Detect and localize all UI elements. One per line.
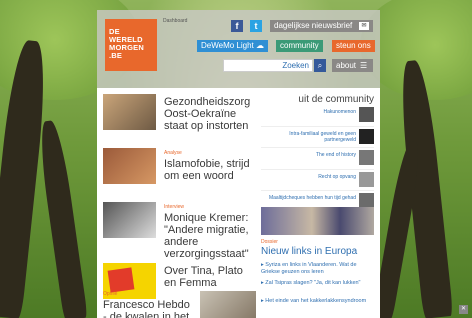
main-content: Gezondheidszorg Oost-Oekraïne staat op i… — [97, 88, 380, 318]
community-item-label[interactable]: Intra-familiaal geweld en geen partnerge… — [262, 131, 356, 143]
article-title[interactable]: Islamofobie, strijd om een woord — [164, 158, 256, 182]
article-thumbnail[interactable] — [200, 291, 256, 318]
dossier-link[interactable]: ▸ Het einde van het kakkerlakkensyndroom — [261, 298, 374, 305]
dewemo-light-button[interactable]: DeWeMo Light ☁ — [197, 40, 268, 52]
tina-logo — [107, 267, 135, 293]
article-tag: Analyse — [164, 150, 182, 156]
article-item[interactable]: Analyse Islamofobie, strijd om een woord — [103, 148, 253, 195]
article-item[interactable]: Interview Monique Kremer: "Andere migrat… — [103, 202, 253, 260]
community-item-label[interactable]: The end of history — [262, 152, 356, 158]
community-item[interactable]: Hakunomenon — [261, 107, 374, 123]
community-item[interactable]: The end of history — [261, 150, 374, 166]
site-header: DE WERELD MORGEN .BE Dashboard f t dagel… — [97, 10, 380, 88]
search-input[interactable]: Zoeken — [223, 59, 313, 72]
avatar[interactable] — [359, 107, 374, 122]
avatar[interactable] — [359, 128, 374, 144]
community-item-label[interactable]: Recht op opvang — [262, 174, 356, 180]
community-column: uit de community Hakunomenon Intra-famil… — [261, 94, 374, 304]
dossier-link[interactable]: ▸ Zal Tsipras slagen? "Ja, dit kan lukke… — [261, 280, 374, 287]
article-tag: Interview — [164, 204, 185, 210]
article-thumbnail[interactable] — [103, 148, 156, 184]
article-title[interactable]: Francesco Hebdo - de kwalen in het — [103, 299, 193, 318]
dossier-photo[interactable] — [261, 207, 374, 235]
community-item[interactable]: Intra-familiaal geweld en geen partnerge… — [261, 128, 374, 145]
about-label: about — [336, 61, 357, 70]
menu-icon: ☰ — [360, 61, 368, 70]
article-title[interactable]: Over Tina, Plato en Femma — [164, 265, 256, 289]
avatar[interactable] — [359, 193, 374, 208]
newsletter-button[interactable]: dagelijkse nieuwsbrief ✉ — [270, 20, 373, 32]
community-item-label[interactable]: Maaltijdcheques hebben hun tijd gehad — [262, 195, 356, 201]
article-item[interactable]: Gezondheidszorg Oost-Oekraïne staat op i… — [103, 94, 253, 141]
article-title[interactable]: Gezondheidszorg Oost-Oekraïne staat op i… — [164, 96, 256, 132]
dossier-title[interactable]: Nieuw links in Europa — [261, 246, 357, 257]
article-thumbnail[interactable] — [103, 94, 156, 130]
close-icon[interactable]: ✕ — [459, 305, 468, 314]
page-container: DE WERELD MORGEN .BE Dashboard f t dagel… — [97, 10, 380, 318]
avatar[interactable] — [359, 171, 374, 187]
facebook-icon[interactable]: f — [231, 20, 243, 32]
newsletter-label: dagelijkse nieuwsbrief — [274, 21, 353, 30]
community-item[interactable]: Recht op opvang — [261, 171, 374, 188]
community-item-label[interactable]: Hakunomenon — [262, 109, 356, 115]
article-title[interactable]: Monique Kremer: "Andere migratie, andere… — [164, 212, 256, 260]
dashboard-link[interactable]: Dashboard — [163, 18, 187, 24]
opinie-article[interactable]: Opinie Francesco Hebdo - de kwalen in he… — [103, 291, 256, 318]
article-thumbnail[interactable] — [103, 202, 156, 238]
avatar[interactable] — [359, 150, 374, 165]
search-icon[interactable]: ⌕ — [314, 59, 326, 72]
community-button[interactable]: community — [276, 40, 323, 52]
cloud-icon: ☁ — [256, 41, 264, 50]
about-button[interactable]: about ☰ — [332, 59, 373, 72]
steun-ons-button[interactable]: steun ons — [332, 40, 375, 52]
community-heading: uit de community — [298, 94, 374, 105]
site-logo[interactable]: DE WERELD MORGEN .BE — [105, 19, 157, 71]
twitter-icon[interactable]: t — [250, 20, 262, 32]
dossier-tag: Dossier — [261, 239, 278, 245]
article-list: Gezondheidszorg Oost-Oekraïne staat op i… — [103, 94, 253, 317]
mail-icon: ✉ — [359, 22, 369, 30]
dossier-link[interactable]: ▸ Syriza en links in Vlaanderen. Wat de … — [261, 262, 374, 276]
dewemo-light-label: DeWeMo Light — [201, 41, 254, 50]
